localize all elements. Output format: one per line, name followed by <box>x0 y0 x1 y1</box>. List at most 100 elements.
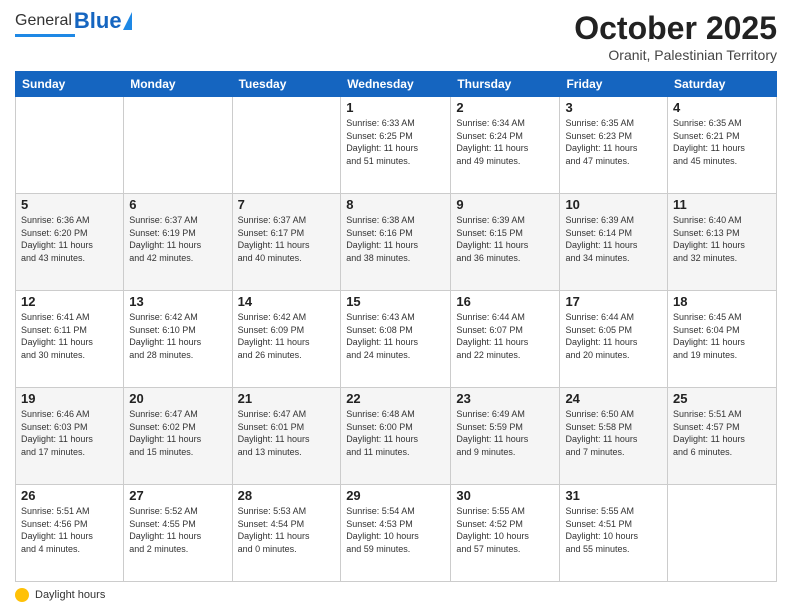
calendar-day-header: Saturday <box>668 72 777 97</box>
day-info: Sunrise: 6:39 AM Sunset: 6:14 PM Dayligh… <box>565 214 662 264</box>
calendar-day-cell: 11Sunrise: 6:40 AM Sunset: 6:13 PM Dayli… <box>668 194 777 291</box>
calendar-week-row: 12Sunrise: 6:41 AM Sunset: 6:11 PM Dayli… <box>16 291 777 388</box>
calendar-day-cell: 22Sunrise: 6:48 AM Sunset: 6:00 PM Dayli… <box>341 388 451 485</box>
day-info: Sunrise: 5:51 AM Sunset: 4:56 PM Dayligh… <box>21 505 118 555</box>
calendar-day-cell <box>124 97 232 194</box>
day-number: 2 <box>456 100 554 115</box>
calendar-day-cell: 20 Sunrise: 6:47 AM Sunset: 6:02 PM Dayli… <box>124 388 232 485</box>
calendar-day-header: Thursday <box>451 72 560 97</box>
logo-underline <box>15 34 75 37</box>
day-info: Sunrise: 6:44 AM Sunset: 6:05 PM Dayligh… <box>565 311 662 361</box>
calendar-day-cell: 23Sunrise: 6:49 AM Sunset: 5:59 PM Dayli… <box>451 388 560 485</box>
day-info: Sunrise: 6:47 AM Sunset: 6:02 PM Dayligh… <box>129 408 226 458</box>
calendar-day-cell: 2 Sunrise: 6:34 AM Sunset: 6:24 PM Daylig… <box>451 97 560 194</box>
calendar-day-cell: 24 Sunrise: 6:50 AM Sunset: 5:58 PM Dayli… <box>560 388 668 485</box>
calendar-day-cell: 26Sunrise: 5:51 AM Sunset: 4:56 PM Dayli… <box>16 485 124 582</box>
calendar-day-cell: 8 Sunrise: 6:38 AM Sunset: 6:16 PM Daylig… <box>341 194 451 291</box>
day-number: 31 <box>565 488 662 503</box>
calendar-day-cell: 19 Sunrise: 6:46 AM Sunset: 6:03 PM Dayli… <box>16 388 124 485</box>
day-info: Sunrise: 6:37 AM Sunset: 6:17 PM Dayligh… <box>238 214 336 264</box>
calendar-week-row: 1 Sunrise: 6:33 AM Sunset: 6:25 PM Daylig… <box>16 97 777 194</box>
logo-blue-text: Blue <box>74 10 122 32</box>
calendar-day-cell: 27 Sunrise: 5:52 AM Sunset: 4:55 PM Dayli… <box>124 485 232 582</box>
month-title: October 2025 <box>574 10 777 47</box>
logo-arrow-icon <box>123 12 132 30</box>
calendar-week-row: 5 Sunrise: 6:36 AM Sunset: 6:20 PM Daylig… <box>16 194 777 291</box>
day-info: Sunrise: 6:33 AM Sunset: 6:25 PM Dayligh… <box>346 117 445 167</box>
day-info: Sunrise: 5:53 AM Sunset: 4:54 PM Dayligh… <box>238 505 336 555</box>
day-number: 28 <box>238 488 336 503</box>
calendar-day-header: Wednesday <box>341 72 451 97</box>
calendar-day-cell <box>16 97 124 194</box>
day-number: 27 <box>129 488 226 503</box>
calendar-day-cell <box>232 97 341 194</box>
calendar-day-cell: 3 Sunrise: 6:35 AM Sunset: 6:23 PM Daylig… <box>560 97 668 194</box>
calendar-day-cell: 6Sunrise: 6:37 AM Sunset: 6:19 PM Daylig… <box>124 194 232 291</box>
calendar-week-row: 19 Sunrise: 6:46 AM Sunset: 6:03 PM Dayli… <box>16 388 777 485</box>
calendar-day-cell: 21 Sunrise: 6:47 AM Sunset: 6:01 PM Dayli… <box>232 388 341 485</box>
calendar-day-cell: 7Sunrise: 6:37 AM Sunset: 6:17 PM Daylig… <box>232 194 341 291</box>
calendar-day-cell: 29Sunrise: 5:54 AM Sunset: 4:53 PM Dayli… <box>341 485 451 582</box>
calendar-day-cell: 13Sunrise: 6:42 AM Sunset: 6:10 PM Dayli… <box>124 291 232 388</box>
day-number: 21 <box>238 391 336 406</box>
day-number: 13 <box>129 294 226 309</box>
day-number: 25 <box>673 391 771 406</box>
calendar-day-cell <box>668 485 777 582</box>
day-number: 19 <box>21 391 118 406</box>
calendar-day-header: Monday <box>124 72 232 97</box>
day-number: 18 <box>673 294 771 309</box>
calendar-day-header: Tuesday <box>232 72 341 97</box>
day-info: Sunrise: 6:35 AM Sunset: 6:21 PM Dayligh… <box>673 117 771 167</box>
calendar-day-cell: 4 Sunrise: 6:35 AM Sunset: 6:21 PM Daylig… <box>668 97 777 194</box>
day-info: Sunrise: 6:50 AM Sunset: 5:58 PM Dayligh… <box>565 408 662 458</box>
day-info: Sunrise: 6:37 AM Sunset: 6:19 PM Dayligh… <box>129 214 226 264</box>
logo: General Blue <box>15 10 132 37</box>
logo-general-text: General <box>15 12 72 30</box>
day-info: Sunrise: 6:47 AM Sunset: 6:01 PM Dayligh… <box>238 408 336 458</box>
day-info: Sunrise: 6:48 AM Sunset: 6:00 PM Dayligh… <box>346 408 445 458</box>
sun-icon <box>15 588 29 602</box>
day-info: Sunrise: 6:39 AM Sunset: 6:15 PM Dayligh… <box>456 214 554 264</box>
calendar-week-row: 26Sunrise: 5:51 AM Sunset: 4:56 PM Dayli… <box>16 485 777 582</box>
day-info: Sunrise: 5:52 AM Sunset: 4:55 PM Dayligh… <box>129 505 226 555</box>
day-info: Sunrise: 6:34 AM Sunset: 6:24 PM Dayligh… <box>456 117 554 167</box>
calendar-day-cell: 17Sunrise: 6:44 AM Sunset: 6:05 PM Dayli… <box>560 291 668 388</box>
title-block: October 2025 Oranit, Palestinian Territo… <box>574 10 777 63</box>
day-number: 4 <box>673 100 771 115</box>
calendar-day-cell: 18 Sunrise: 6:45 AM Sunset: 6:04 PM Dayli… <box>668 291 777 388</box>
day-info: Sunrise: 6:36 AM Sunset: 6:20 PM Dayligh… <box>21 214 118 264</box>
page: General Blue October 2025 Oranit, Palest… <box>0 0 792 612</box>
day-number: 15 <box>346 294 445 309</box>
day-info: Sunrise: 6:45 AM Sunset: 6:04 PM Dayligh… <box>673 311 771 361</box>
day-number: 24 <box>565 391 662 406</box>
calendar-header-row: SundayMondayTuesdayWednesdayThursdayFrid… <box>16 72 777 97</box>
day-info: Sunrise: 6:40 AM Sunset: 6:13 PM Dayligh… <box>673 214 771 264</box>
day-info: Sunrise: 6:43 AM Sunset: 6:08 PM Dayligh… <box>346 311 445 361</box>
header: General Blue October 2025 Oranit, Palest… <box>15 10 777 63</box>
calendar-day-cell: 5 Sunrise: 6:36 AM Sunset: 6:20 PM Daylig… <box>16 194 124 291</box>
calendar-day-cell: 10Sunrise: 6:39 AM Sunset: 6:14 PM Dayli… <box>560 194 668 291</box>
day-info: Sunrise: 6:42 AM Sunset: 6:09 PM Dayligh… <box>238 311 336 361</box>
day-number: 20 <box>129 391 226 406</box>
day-info: Sunrise: 6:49 AM Sunset: 5:59 PM Dayligh… <box>456 408 554 458</box>
day-number: 8 <box>346 197 445 212</box>
day-number: 5 <box>21 197 118 212</box>
day-number: 3 <box>565 100 662 115</box>
day-info: Sunrise: 5:51 AM Sunset: 4:57 PM Dayligh… <box>673 408 771 458</box>
day-info: Sunrise: 6:44 AM Sunset: 6:07 PM Dayligh… <box>456 311 554 361</box>
calendar-day-cell: 1 Sunrise: 6:33 AM Sunset: 6:25 PM Daylig… <box>341 97 451 194</box>
calendar-day-cell: 16 Sunrise: 6:44 AM Sunset: 6:07 PM Dayli… <box>451 291 560 388</box>
day-info: Sunrise: 6:41 AM Sunset: 6:11 PM Dayligh… <box>21 311 118 361</box>
day-number: 9 <box>456 197 554 212</box>
day-number: 14 <box>238 294 336 309</box>
day-number: 1 <box>346 100 445 115</box>
day-number: 16 <box>456 294 554 309</box>
footer: Daylight hours <box>15 588 777 602</box>
day-info: Sunrise: 6:38 AM Sunset: 6:16 PM Dayligh… <box>346 214 445 264</box>
day-info: Sunrise: 6:46 AM Sunset: 6:03 PM Dayligh… <box>21 408 118 458</box>
calendar-day-cell: 15 Sunrise: 6:43 AM Sunset: 6:08 PM Dayli… <box>341 291 451 388</box>
calendar-day-cell: 28 Sunrise: 5:53 AM Sunset: 4:54 PM Dayli… <box>232 485 341 582</box>
calendar-day-header: Friday <box>560 72 668 97</box>
calendar-day-cell: 30Sunrise: 5:55 AM Sunset: 4:52 PM Dayli… <box>451 485 560 582</box>
day-info: Sunrise: 6:35 AM Sunset: 6:23 PM Dayligh… <box>565 117 662 167</box>
